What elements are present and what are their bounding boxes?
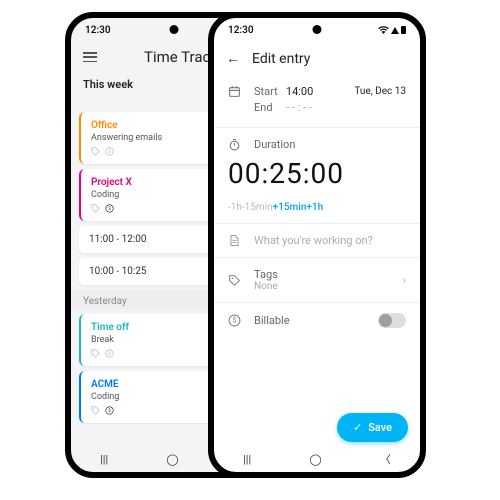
tag-icon: [91, 406, 100, 415]
phone-right-frame: 12:30 ← Edit entry Start 14:00 Tue, Dec …: [208, 12, 426, 478]
stopwatch-icon: [228, 138, 241, 151]
tag-icon: [91, 204, 100, 213]
calendar-icon: [228, 85, 241, 98]
nav-recent-icon[interactable]: |||: [100, 453, 108, 466]
duration-row: Duration 00:25:00 -1h -15min +15min +1h: [214, 128, 420, 223]
wifi-icon: [378, 26, 389, 34]
tags-value: None: [254, 281, 390, 292]
dollar-icon: $: [228, 314, 241, 327]
nav-back-icon[interactable]: 〈: [380, 451, 391, 467]
right-header: ← Edit entry: [214, 42, 420, 75]
save-button[interactable]: ✓ Save: [337, 413, 408, 442]
tag-icon: [91, 349, 100, 358]
back-arrow-icon[interactable]: ←: [226, 50, 240, 67]
tags-label: Tags: [254, 268, 390, 281]
page-title: Edit entry: [252, 51, 310, 67]
start-time[interactable]: 14:00: [286, 85, 313, 98]
camera-notch: [313, 25, 322, 34]
end-label: End: [254, 101, 273, 114]
status-time: 12:30: [85, 25, 111, 36]
save-label: Save: [368, 421, 392, 434]
android-navbar: ||| ◯ 〈: [214, 450, 420, 468]
svg-text:$: $: [233, 316, 237, 325]
svg-text:$: $: [108, 148, 111, 155]
camera-notch: [170, 25, 179, 34]
check-icon: ✓: [353, 421, 362, 434]
duration-label: Duration: [254, 138, 295, 151]
start-end-row: Start 14:00 Tue, Dec 13 End - - : - -: [214, 75, 420, 127]
billable-toggle[interactable]: [378, 313, 406, 328]
minus-15min-button[interactable]: -15min: [242, 202, 273, 213]
billable-row: $ Billable: [214, 303, 420, 338]
signal-icon: [391, 27, 399, 34]
hamburger-icon[interactable]: [83, 52, 97, 62]
start-date[interactable]: Tue, Dec 13: [354, 86, 406, 97]
svg-text:$: $: [108, 407, 111, 414]
battery-icon: [401, 26, 406, 34]
plus-1h-button[interactable]: +1h: [306, 202, 323, 213]
document-icon: [228, 234, 240, 247]
status-time: 12:30: [228, 25, 254, 36]
dollar-icon: $: [105, 147, 114, 156]
tag-icon: [91, 147, 100, 156]
toggle-knob: [379, 314, 392, 327]
tag-icon: [228, 274, 241, 287]
minus-1h-button[interactable]: -1h: [228, 202, 242, 213]
tags-row[interactable]: Tags None ›: [214, 258, 420, 302]
plus-15min-button[interactable]: +15min: [273, 202, 307, 213]
svg-text:$: $: [108, 205, 111, 212]
nav-home-icon[interactable]: ◯: [166, 453, 178, 466]
dollar-icon: $: [105, 349, 114, 358]
svg-text:$: $: [108, 350, 111, 357]
duration-value[interactable]: 00:25:00: [228, 157, 344, 190]
billable-label: Billable: [254, 314, 366, 327]
start-label: Start: [254, 85, 278, 98]
end-time[interactable]: - - : - -: [286, 101, 312, 114]
description-row[interactable]: What you're working on?: [214, 224, 420, 257]
nav-recent-icon[interactable]: |||: [243, 453, 251, 466]
dollar-icon: $: [105, 406, 114, 415]
chevron-right-icon: ›: [402, 273, 406, 287]
nav-home-icon[interactable]: ◯: [309, 453, 321, 466]
dollar-icon: $: [105, 204, 114, 213]
description-input[interactable]: What you're working on?: [254, 234, 373, 247]
